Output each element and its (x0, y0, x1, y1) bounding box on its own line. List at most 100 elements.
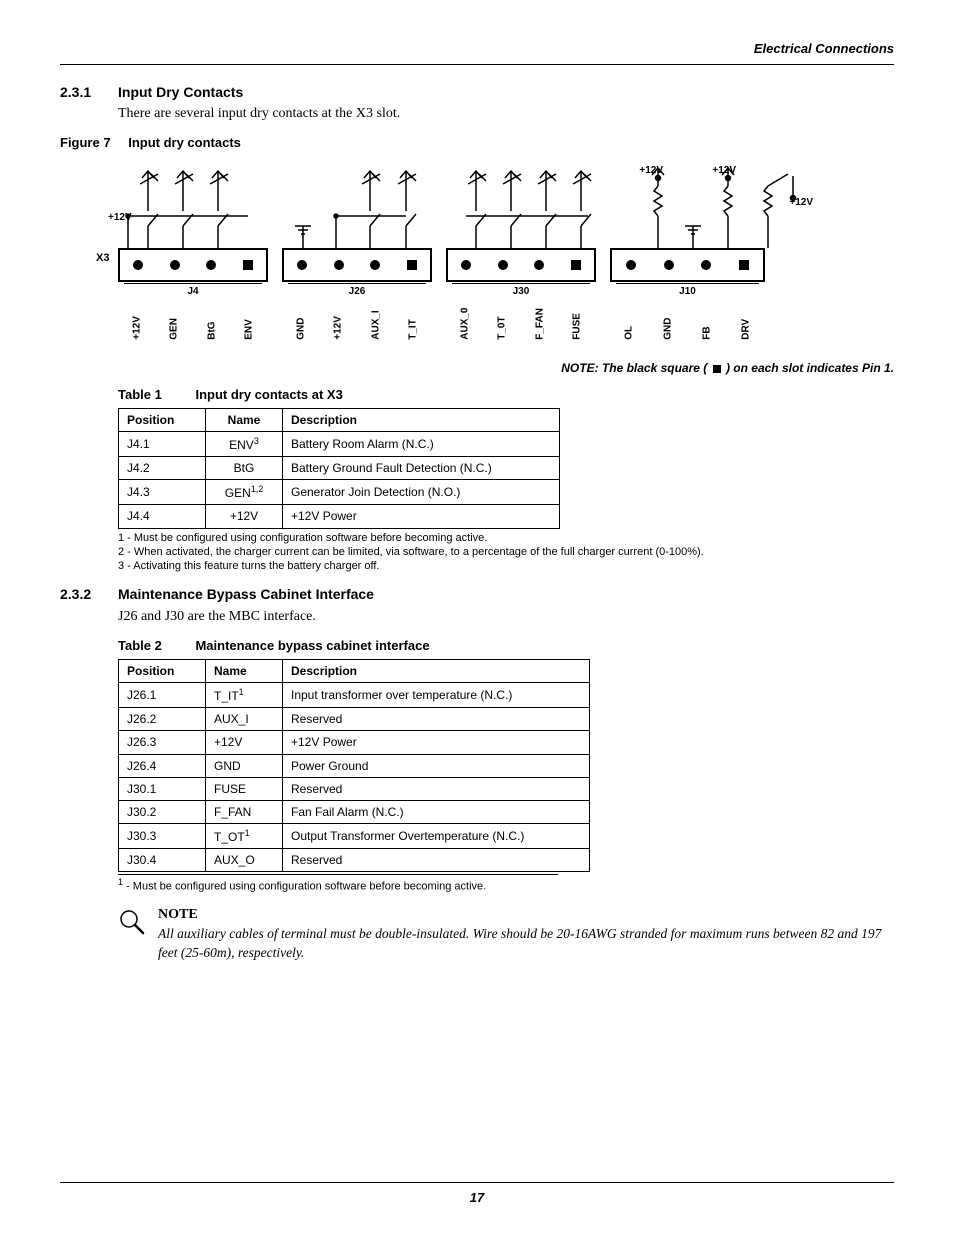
cell-description: Reserved (283, 777, 590, 800)
table-row: J26.4GNDPower Ground (119, 754, 590, 777)
note-body: All auxiliary cables of terminal must be… (158, 925, 894, 961)
page-number: 17 (60, 1189, 894, 1207)
section-number: 2.3.2 (60, 585, 118, 604)
pin-name: BtG (205, 328, 219, 340)
cell-description: +12V Power (283, 731, 590, 754)
cell-name: GEN1,2 (206, 480, 283, 505)
x3-label: X3 (96, 251, 109, 266)
section-2-3-1-body: There are several input dry contacts at … (118, 105, 894, 124)
cell-description: +12V Power (283, 505, 560, 528)
th-position: Position (119, 659, 206, 682)
cell-position: J26.2 (119, 708, 206, 731)
cell-description: Output Transformer Overtemperature (N.C.… (283, 824, 590, 849)
cell-position: J30.2 (119, 800, 206, 823)
pin-dot-icon (206, 260, 216, 270)
cell-name: +12V (206, 505, 283, 528)
table-row: J30.4AUX_OReserved (119, 849, 590, 872)
cell-name: GND (206, 754, 283, 777)
cell-name: F_FAN (206, 800, 283, 823)
cell-position: J30.1 (119, 777, 206, 800)
cell-description: Fan Fail Alarm (N.C.) (283, 800, 590, 823)
table-row: J26.2AUX_IReserved (119, 708, 590, 731)
table-2-caption: Table 2 Maintenance bypass cabinet inter… (118, 637, 894, 655)
pin-name: OL (623, 328, 637, 340)
pin-names: OLGNDFBDRV (610, 298, 765, 340)
connector-label: J30 (452, 283, 590, 299)
foot1: - Must be configured using configuration… (123, 881, 486, 893)
connector-row: J4+12VGENBtGENVJ26GND+12VAUX_IT_ITJ30AUX… (118, 248, 848, 341)
page-header-section: Electrical Connections (60, 40, 894, 58)
cell-name: ENV3 (206, 431, 283, 456)
section-2-3-1-heading: 2.3.1 Input Dry Contacts (60, 83, 894, 102)
connector-box (446, 248, 596, 282)
th-name: Name (206, 408, 283, 431)
th-description: Description (283, 408, 560, 431)
superscript: 3 (254, 436, 259, 446)
schematic-svg (118, 156, 848, 251)
pin-name: T_0T (496, 328, 510, 340)
cell-description: Reserved (283, 708, 590, 731)
cell-position: J4.2 (119, 456, 206, 479)
cell-description: Battery Room Alarm (N.C.) (283, 431, 560, 456)
footer-rule (60, 1182, 894, 1183)
table-row: J30.2F_FANFan Fail Alarm (N.C.) (119, 800, 590, 823)
table-row: J30.1FUSEReserved (119, 777, 590, 800)
table-row: J4.2BtGBattery Ground Fault Detection (N… (119, 456, 560, 479)
cell-name: +12V (206, 731, 283, 754)
cell-name: T_OT1 (206, 824, 283, 849)
figure-7-caption: Figure 7 Input dry contacts (60, 134, 894, 152)
cell-description: Power Ground (283, 754, 590, 777)
table-1-footnotes: 1 - Must be configured using configurati… (118, 531, 894, 574)
figure-label: Figure 7 (60, 135, 111, 150)
cell-name: AUX_O (206, 849, 283, 872)
table-row: J26.1T_IT1Input transformer over tempera… (119, 682, 590, 707)
pin-dot-icon (133, 260, 143, 270)
superscript: 1,2 (251, 484, 264, 494)
superscript: 1 (239, 687, 244, 697)
pin-dot-icon (297, 260, 307, 270)
cell-name: BtG (206, 456, 283, 479)
section-number: 2.3.1 (60, 83, 118, 102)
pin-name: GEN (168, 328, 182, 340)
cell-position: J4.4 (119, 505, 206, 528)
section-title: Input Dry Contacts (118, 83, 243, 102)
note-text: NOTE All auxiliary cables of terminal mu… (158, 906, 894, 961)
pin-dot-icon (534, 260, 544, 270)
connector-group-j26: J26GND+12VAUX_IT_IT (282, 248, 432, 341)
pin-names: +12VGENBtGENV (118, 298, 268, 340)
table-row: J26.3+12V+12V Power (119, 731, 590, 754)
pin-name: GND (294, 328, 308, 340)
pin-name: FB (700, 328, 714, 340)
figure-note-post: ) on each slot indicates Pin 1. (723, 361, 894, 375)
foot1: 1 - Must be configured using configurati… (118, 531, 894, 545)
foot3: 3 - Activating this feature turns the ba… (118, 559, 894, 573)
pin-name: +12V (332, 328, 346, 340)
pin1-square-icon (739, 260, 749, 270)
figure-7-note: NOTE: The black square ( ) on each slot … (60, 360, 894, 376)
cell-description: Generator Join Detection (N.O.) (283, 480, 560, 505)
cell-description: Reserved (283, 849, 590, 872)
cell-description: Battery Ground Fault Detection (N.C.) (283, 456, 560, 479)
table-1-caption: Table 1 Input dry contacts at X3 (118, 386, 894, 404)
table-row: J4.4+12V+12V Power (119, 505, 560, 528)
pin-dot-icon (370, 260, 380, 270)
figure-title: Input dry contacts (128, 135, 241, 150)
section-title: Maintenance Bypass Cabinet Interface (118, 585, 374, 604)
pin-dot-icon (701, 260, 711, 270)
table-2-title: Maintenance bypass cabinet interface (195, 638, 429, 653)
connector-group-j10: J10OLGNDFBDRV (610, 248, 765, 341)
section-2-3-2-heading: 2.3.2 Maintenance Bypass Cabinet Interfa… (60, 585, 894, 604)
table-2: Position Name Description J26.1T_IT1Inpu… (118, 659, 590, 873)
cell-position: J26.4 (119, 754, 206, 777)
pin1-square-icon (407, 260, 417, 270)
foot2: 2 - When activated, the charger current … (118, 545, 894, 559)
pin-dot-icon (334, 260, 344, 270)
figure-note-pre: NOTE: The black square ( (561, 361, 710, 375)
cell-position: J4.1 (119, 431, 206, 456)
pin-names: GND+12VAUX_IT_IT (282, 298, 432, 340)
table-1-label: Table 1 (118, 387, 162, 402)
connector-box (610, 248, 765, 282)
pin-name: T_IT (407, 328, 421, 340)
th-name: Name (206, 659, 283, 682)
magnifier-icon (118, 906, 158, 961)
